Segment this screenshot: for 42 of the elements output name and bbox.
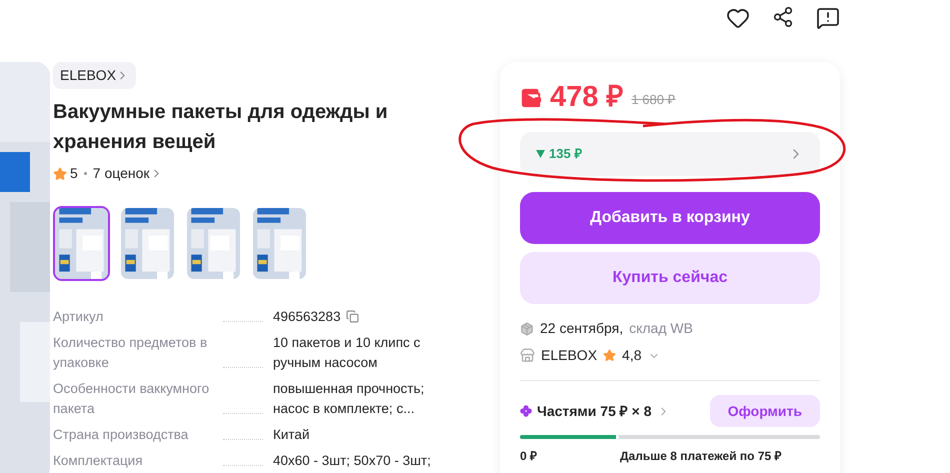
- thumbnail[interactable]: [53, 206, 110, 281]
- thumbnail[interactable]: [119, 206, 176, 281]
- reviews-link[interactable]: 7 оценок: [92, 163, 163, 184]
- spec-label: Артикул: [53, 308, 104, 326]
- report-icon[interactable]: [816, 6, 840, 30]
- seller-name[interactable]: ELEBOX: [541, 345, 598, 366]
- spec-value: Китай: [273, 426, 310, 444]
- current-price: 478 ₽: [550, 80, 624, 114]
- spec-label: Страна производства: [53, 426, 190, 444]
- star-icon: [603, 349, 616, 362]
- seller-rating: 4,8: [622, 346, 642, 365]
- later-payments: Дальше 8 платежей по 75 ₽: [620, 448, 782, 465]
- checkout-button[interactable]: Оформить: [710, 395, 820, 427]
- spec-value: повышенная прочность; насос в комплекте; с...: [273, 380, 426, 418]
- installments-label[interactable]: Частями 75 ₽ × 8: [537, 400, 652, 422]
- warehouse: склад WB: [629, 319, 693, 338]
- thumbnail[interactable]: [251, 206, 308, 281]
- product-title: Вакуумные пакеты для одежды и хранения вещей: [53, 100, 389, 155]
- thumbnail[interactable]: [185, 206, 242, 281]
- spec-label: Комплектация: [53, 452, 144, 470]
- spec-value: 10 пакетов и 10 клипс с ручным насосом: [273, 334, 422, 372]
- copy-icon[interactable]: [346, 310, 359, 323]
- buy-now-button[interactable]: Купить сейчас: [520, 252, 820, 304]
- spec-value: 496563283: [273, 308, 341, 326]
- now-amount: 0 ₽: [520, 448, 538, 465]
- share-icon[interactable]: [772, 6, 794, 28]
- spec-label: Количество предметов в упаковке: [53, 334, 208, 372]
- box-icon: [520, 322, 534, 336]
- add-to-cart-button[interactable]: Добавить в корзину: [520, 192, 820, 244]
- flower-icon: [520, 405, 532, 417]
- delivery-date: 22 сентября,: [540, 319, 624, 338]
- brand-link[interactable]: ELEBOX: [53, 62, 136, 89]
- rating-value: 5: [70, 164, 78, 183]
- wallet-icon: [520, 87, 542, 109]
- store-icon: [520, 348, 535, 363]
- spec-label: Особенности ваккумного пакета: [53, 380, 210, 418]
- down-triangle-icon: [536, 150, 545, 158]
- favorite-icon[interactable]: [726, 6, 750, 30]
- old-price: 1 680 ₽: [631, 90, 676, 108]
- spec-value: 40х60 - 3шт; 50х70 - 3шт;: [273, 452, 431, 470]
- discount-amount: 135 ₽: [549, 145, 582, 164]
- star-icon: [53, 166, 67, 180]
